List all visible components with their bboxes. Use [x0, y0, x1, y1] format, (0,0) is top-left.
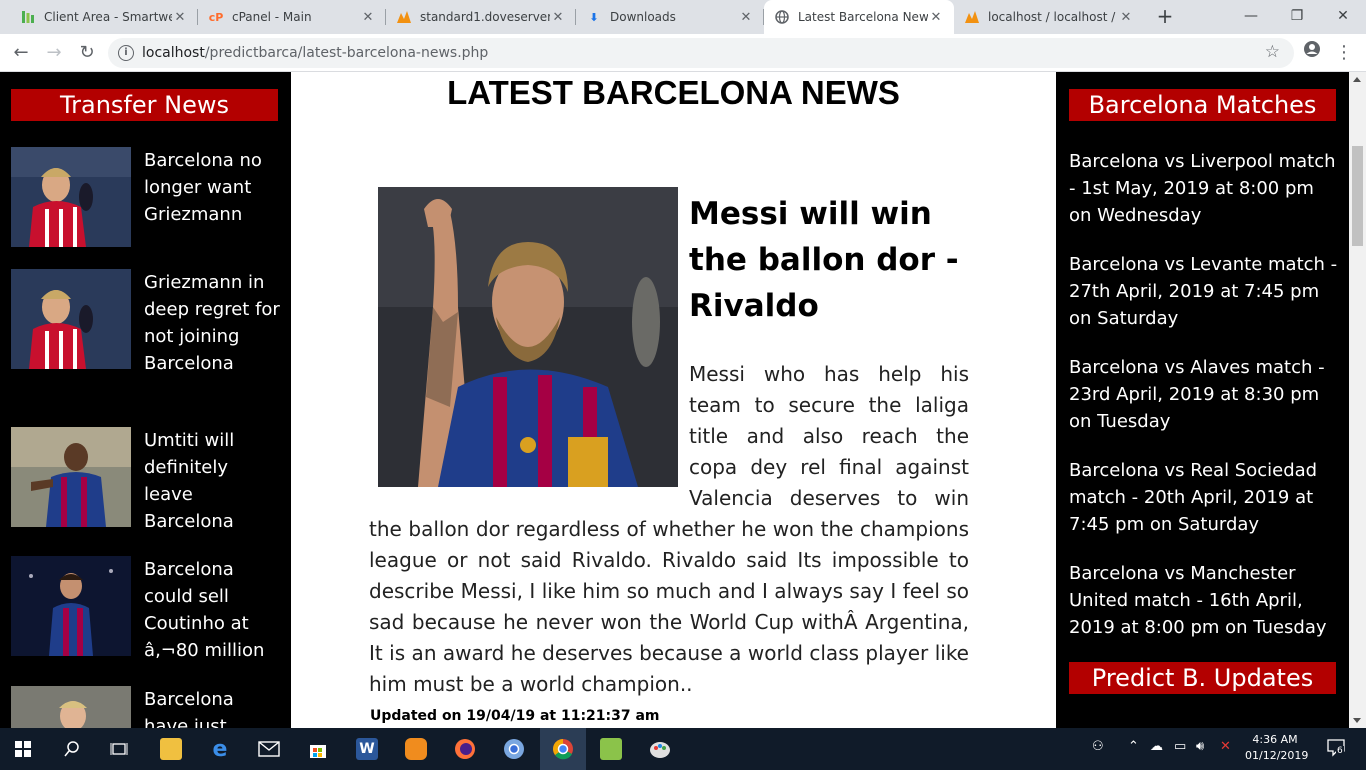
- scrollbar-thumb[interactable]: [1352, 146, 1363, 246]
- close-tab-icon[interactable]: ✕: [928, 10, 944, 25]
- chromium-icon[interactable]: [499, 734, 529, 764]
- chrome-icon[interactable]: [540, 728, 586, 770]
- tab-downloads[interactable]: ⬇ Downloads ✕: [576, 0, 764, 34]
- system-clock[interactable]: 4:36 AM 01/12/2019: [1245, 732, 1309, 764]
- edge-icon[interactable]: e: [205, 734, 235, 764]
- news-headline[interactable]: Umtiti will definitely leave Barcelona: [144, 427, 281, 535]
- tab-standard1[interactable]: standard1.doveserver.c ✕: [386, 0, 576, 34]
- news-headline[interactable]: Griezmann in deep regret for not joining…: [144, 269, 281, 377]
- address-bar[interactable]: i localhost/predictbarca/latest-barcelon…: [108, 38, 1294, 68]
- minimize-button[interactable]: —: [1228, 0, 1274, 34]
- volume-icon[interactable]: 🔊︎: [1196, 739, 1204, 754]
- page-title: LATEST BARCELONA NEWS: [447, 74, 900, 111]
- tab-latest-barcelona-news[interactable]: Latest Barcelona News ✕: [764, 0, 954, 34]
- predict-updates-title: Predict B. Updates: [1069, 662, 1336, 694]
- task-view-icon[interactable]: [104, 734, 134, 764]
- pma-favicon-icon: [396, 9, 412, 25]
- tab-cpanel[interactable]: cP cPanel - Main ✕: [198, 0, 386, 34]
- tab-title: Client Area - Smartweb: [44, 10, 172, 24]
- windows-taskbar: e W ⚇ ⌃ ☁ ▭ 🔊︎ ✕ 4:36 AM 01/12/2019 6: [0, 728, 1366, 770]
- close-tab-icon[interactable]: ✕: [172, 10, 188, 25]
- close-tab-icon[interactable]: ✕: [1118, 10, 1134, 25]
- tab-title: localhost / localhost / p: [988, 10, 1118, 24]
- info-icon[interactable]: i: [118, 45, 134, 61]
- paint-icon[interactable]: [645, 734, 675, 764]
- match-item[interactable]: Barcelona vs Levante match - 27th April,…: [1069, 251, 1341, 332]
- griezmann-thumbnail[interactable]: [11, 147, 131, 247]
- maximize-button[interactable]: ❐: [1274, 0, 1320, 34]
- news-headline[interactable]: Barcelona no longer want Griezmann: [144, 147, 281, 228]
- tab-title: standard1.doveserver.c: [420, 10, 550, 24]
- griezmann-thumbnail[interactable]: [11, 269, 131, 369]
- notepad-plus-icon[interactable]: [596, 734, 626, 764]
- clock-date: 01/12/2019: [1245, 749, 1309, 762]
- word-icon[interactable]: W: [352, 734, 382, 764]
- url-text[interactable]: localhost/predictbarca/latest-barcelona-…: [142, 45, 488, 61]
- clock-time: 4:36 AM: [1252, 733, 1298, 746]
- globe-favicon-icon: [774, 9, 790, 25]
- pma-favicon-icon: [964, 9, 980, 25]
- battery-icon[interactable]: ▭: [1174, 739, 1186, 754]
- tab-strip: Client Area - Smartweb ✕ cP cPanel - Mai…: [0, 0, 1366, 34]
- firefox-icon[interactable]: [450, 734, 480, 764]
- menu-kebab-icon[interactable]: ⋮: [1330, 39, 1358, 67]
- notification-count: 6: [1336, 746, 1344, 756]
- bars-favicon-icon: [20, 9, 36, 25]
- mail-icon[interactable]: [254, 734, 284, 764]
- file-explorer-icon[interactable]: [156, 734, 186, 764]
- news-article: Messi will win the ballon dor - Rivaldo …: [369, 186, 969, 700]
- news-headline[interactable]: Barcelona have just: [144, 686, 281, 728]
- updated-timestamp: Updated on 19/04/19 at 11:21:37 am: [370, 708, 660, 724]
- close-window-button[interactable]: ✕: [1320, 0, 1366, 34]
- search-icon[interactable]: [57, 734, 87, 764]
- back-arrow-icon[interactable]: ←: [7, 39, 35, 67]
- transfer-news-title: Transfer News: [11, 89, 278, 121]
- bookmark-star-icon[interactable]: ☆: [1265, 42, 1280, 62]
- url-path: /predictbarca/latest-barcelona-news.php: [204, 45, 489, 61]
- messi-photo: [378, 187, 678, 487]
- player-thumbnail[interactable]: [11, 686, 131, 728]
- profile-avatar-icon[interactable]: [1298, 39, 1326, 67]
- browser-toolbar: ← → ↻ i localhost/predictbarca/latest-ba…: [0, 34, 1366, 72]
- tab-localhost-pma[interactable]: localhost / localhost / p ✕: [954, 0, 1144, 34]
- umtiti-thumbnail[interactable]: [11, 427, 131, 527]
- news-headline[interactable]: Barcelona could sell Coutinho at â‚¬80 m…: [144, 556, 281, 664]
- download-favicon-icon: ⬇: [589, 10, 599, 24]
- match-item[interactable]: Barcelona vs Real Sociedad match - 20th …: [1069, 457, 1341, 538]
- new-tab-button[interactable]: +: [1153, 5, 1177, 29]
- cpanel-favicon-icon: cP: [208, 10, 224, 24]
- tab-client-area[interactable]: Client Area - Smartweb ✕: [10, 0, 198, 34]
- match-item[interactable]: Barcelona vs Manchester United match - 1…: [1069, 560, 1341, 641]
- match-item[interactable]: Barcelona vs Alaves match - 23rd April, …: [1069, 354, 1341, 435]
- tab-title: Latest Barcelona News: [798, 10, 928, 24]
- page-scrollbar[interactable]: [1349, 72, 1366, 728]
- page-viewport: Transfer News Barcelona no longer want G…: [0, 72, 1349, 728]
- scroll-up-arrow-icon[interactable]: [1353, 77, 1361, 82]
- barcelona-matches-title: Barcelona Matches: [1069, 89, 1336, 121]
- scroll-down-arrow-icon[interactable]: [1353, 718, 1361, 723]
- show-hidden-icons-chevron-icon[interactable]: ⌃: [1128, 739, 1139, 754]
- notification-center-icon[interactable]: 6: [1326, 737, 1346, 761]
- close-tab-icon[interactable]: ✕: [738, 10, 754, 25]
- main-content: LATEST BARCELONA NEWS Messi will win the…: [291, 72, 1056, 728]
- tab-title: cPanel - Main: [232, 10, 312, 24]
- tab-title: Downloads: [610, 10, 676, 24]
- close-tab-icon[interactable]: ✕: [360, 10, 376, 25]
- forward-arrow-icon[interactable]: →: [40, 39, 68, 67]
- close-tab-icon[interactable]: ✕: [550, 10, 566, 25]
- network-icon[interactable]: ✕: [1220, 739, 1231, 754]
- windows-start-icon[interactable]: [8, 734, 38, 764]
- matches-sidebar: Barcelona Matches Barcelona vs Liverpool…: [1056, 72, 1349, 728]
- transfer-news-sidebar: Transfer News Barcelona no longer want G…: [0, 72, 291, 728]
- match-item[interactable]: Barcelona vs Liverpool match - 1st May, …: [1069, 148, 1341, 229]
- onedrive-cloud-icon[interactable]: ☁: [1150, 739, 1163, 754]
- url-host: localhost: [142, 45, 205, 61]
- store-icon[interactable]: [303, 734, 333, 764]
- people-icon[interactable]: ⚇: [1092, 739, 1104, 754]
- uc-browser-icon[interactable]: [401, 734, 431, 764]
- coutinho-thumbnail[interactable]: [11, 556, 131, 656]
- reload-icon[interactable]: ↻: [73, 39, 101, 67]
